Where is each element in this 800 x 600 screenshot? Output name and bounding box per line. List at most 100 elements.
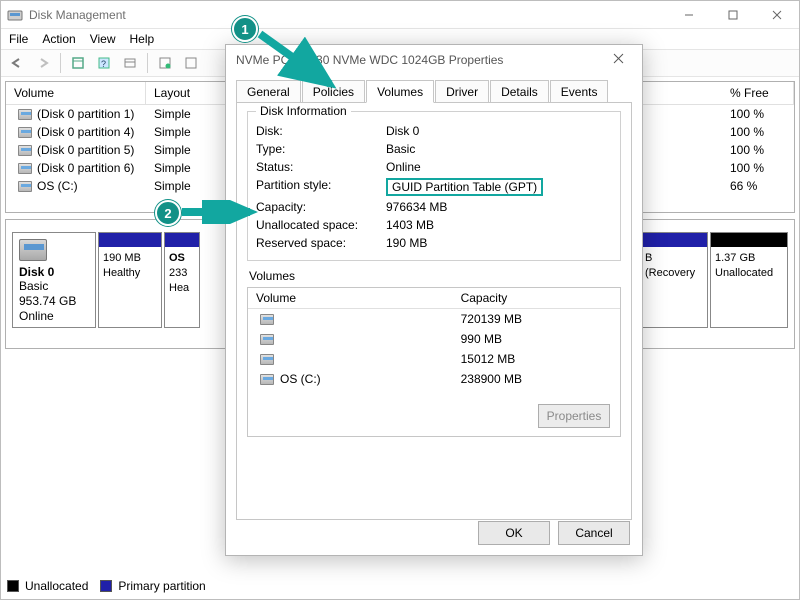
vol-name: OS (C:) [280, 372, 321, 386]
app-icon [7, 7, 23, 23]
vol-capacity: 990 MB [453, 329, 620, 349]
svg-text:?: ? [101, 59, 106, 69]
forward-button[interactable] [31, 52, 55, 74]
volume-properties-button[interactable]: Properties [538, 404, 610, 428]
partition-block[interactable]: 190 MBHealthy [98, 232, 162, 328]
col-volume[interactable]: Volume [248, 288, 453, 308]
disk-properties-dialog: NVMe PC SN730 NVMe WDC 1024GB Properties… [225, 44, 643, 556]
drive-icon [18, 109, 32, 120]
disk-status: Online [19, 309, 89, 324]
minimize-button[interactable] [667, 1, 711, 29]
volume-name: OS (C:) [37, 179, 78, 193]
disk-size: 953.74 GB [19, 294, 89, 309]
vol-capacity: 15012 MB [453, 349, 620, 369]
label-partition-style: Partition style: [256, 178, 386, 196]
menu-help[interactable]: Help [130, 32, 155, 46]
ok-button[interactable]: OK [478, 521, 550, 545]
toolbar-icon-3[interactable] [118, 52, 142, 74]
value-status: Online [386, 160, 612, 174]
drive-icon [18, 163, 32, 174]
drive-icon [18, 181, 32, 192]
toolbar-icon-1[interactable] [66, 52, 90, 74]
annotation-arrow-1 [252, 26, 342, 96]
legend-unallocated-label: Unallocated [25, 579, 88, 593]
disk-type: Basic [19, 279, 89, 294]
partition-label: OS233Hea [165, 247, 199, 300]
annotation-badge-2: 2 [155, 200, 181, 226]
partition-block[interactable]: OS233Hea [164, 232, 200, 328]
volume-layout: Simple [146, 160, 226, 176]
label-unallocated: Unallocated space: [256, 218, 386, 232]
help-icon[interactable]: ? [92, 52, 116, 74]
table-row[interactable]: OS (C:)238900 MB [248, 369, 620, 389]
volume-pct-free: 100 % [722, 106, 794, 122]
label-capacity: Capacity: [256, 200, 386, 214]
drive-icon [260, 374, 274, 385]
label-type: Type: [256, 142, 386, 156]
toolbar-icon-4[interactable] [153, 52, 177, 74]
tab-pane-volumes: Disk Information Disk:Disk 0 Type:Basic … [236, 102, 632, 520]
toolbar-separator [60, 53, 61, 73]
menu-file[interactable]: File [9, 32, 28, 46]
volume-pct-free: 100 % [722, 160, 794, 176]
partition-block[interactable]: 1.37 GBUnallocated [710, 232, 788, 328]
disk-summary-box[interactable]: Disk 0 Basic 953.74 GB Online [12, 232, 96, 328]
annotation-badge-1: 1 [232, 16, 258, 42]
value-type: Basic [386, 142, 612, 156]
table-row[interactable]: 990 MB [248, 329, 620, 349]
volume-layout: Simple [146, 106, 226, 122]
volume-name: (Disk 0 partition 5) [37, 143, 134, 157]
menu-action[interactable]: Action [42, 32, 75, 46]
drive-icon [18, 145, 32, 156]
volume-pct-free: 66 % [722, 178, 794, 194]
col-volume[interactable]: Volume [6, 82, 146, 104]
volume-pct-free: 100 % [722, 124, 794, 140]
close-button[interactable] [755, 1, 799, 29]
value-partition-style: GUID Partition Table (GPT) [386, 178, 612, 196]
volume-name: (Disk 0 partition 1) [37, 107, 134, 121]
toolbar-icon-5[interactable] [179, 52, 203, 74]
dialog-buttons: OK Cancel [478, 521, 630, 545]
tab-details[interactable]: Details [490, 80, 549, 103]
group-label: Disk Information [256, 104, 351, 118]
drive-icon [260, 334, 274, 345]
table-row[interactable]: 15012 MB [248, 349, 620, 369]
legend: Unallocated Primary partition [7, 579, 206, 593]
back-button[interactable] [5, 52, 29, 74]
partition-block[interactable]: B(Recovery [640, 232, 708, 328]
table-row[interactable]: 720139 MB [248, 309, 620, 329]
col-layout[interactable]: Layout [146, 82, 226, 104]
volume-name: (Disk 0 partition 4) [37, 125, 134, 139]
value-unallocated: 1403 MB [386, 218, 612, 232]
volumes-table[interactable]: Volume Capacity 720139 MB990 MB15012 MBO… [247, 287, 621, 437]
col-pctfree[interactable]: % Free [722, 82, 794, 104]
disk-name: Disk 0 [19, 265, 89, 279]
maximize-button[interactable] [711, 1, 755, 29]
vol-capacity: 720139 MB [453, 309, 620, 329]
label-reserved: Reserved space: [256, 236, 386, 250]
window-title: Disk Management [29, 8, 667, 22]
dialog-close-button[interactable] [604, 53, 632, 67]
legend-primary-swatch [100, 580, 112, 592]
partition-label: 1.37 GBUnallocated [711, 247, 787, 285]
disk-information-group: Disk Information Disk:Disk 0 Type:Basic … [247, 111, 621, 261]
partition-label: B(Recovery [641, 247, 707, 285]
value-reserved: 190 MB [386, 236, 612, 250]
value-capacity: 976634 MB [386, 200, 612, 214]
tab-events[interactable]: Events [550, 80, 609, 103]
toolbar-separator [147, 53, 148, 73]
menu-view[interactable]: View [90, 32, 116, 46]
value-disk: Disk 0 [386, 124, 612, 138]
cancel-button[interactable]: Cancel [558, 521, 630, 545]
volumes-table-header[interactable]: Volume Capacity [248, 288, 620, 309]
volumes-label: Volumes [247, 269, 621, 287]
volume-name: (Disk 0 partition 6) [37, 161, 134, 175]
col-capacity[interactable]: Capacity [453, 288, 620, 308]
drive-icon [260, 354, 274, 365]
disk-icon [19, 239, 47, 261]
volume-layout: Simple [146, 178, 226, 194]
tab-driver[interactable]: Driver [435, 80, 489, 103]
drive-icon [260, 314, 274, 325]
tab-volumes[interactable]: Volumes [366, 80, 434, 103]
legend-unallocated-swatch [7, 580, 19, 592]
